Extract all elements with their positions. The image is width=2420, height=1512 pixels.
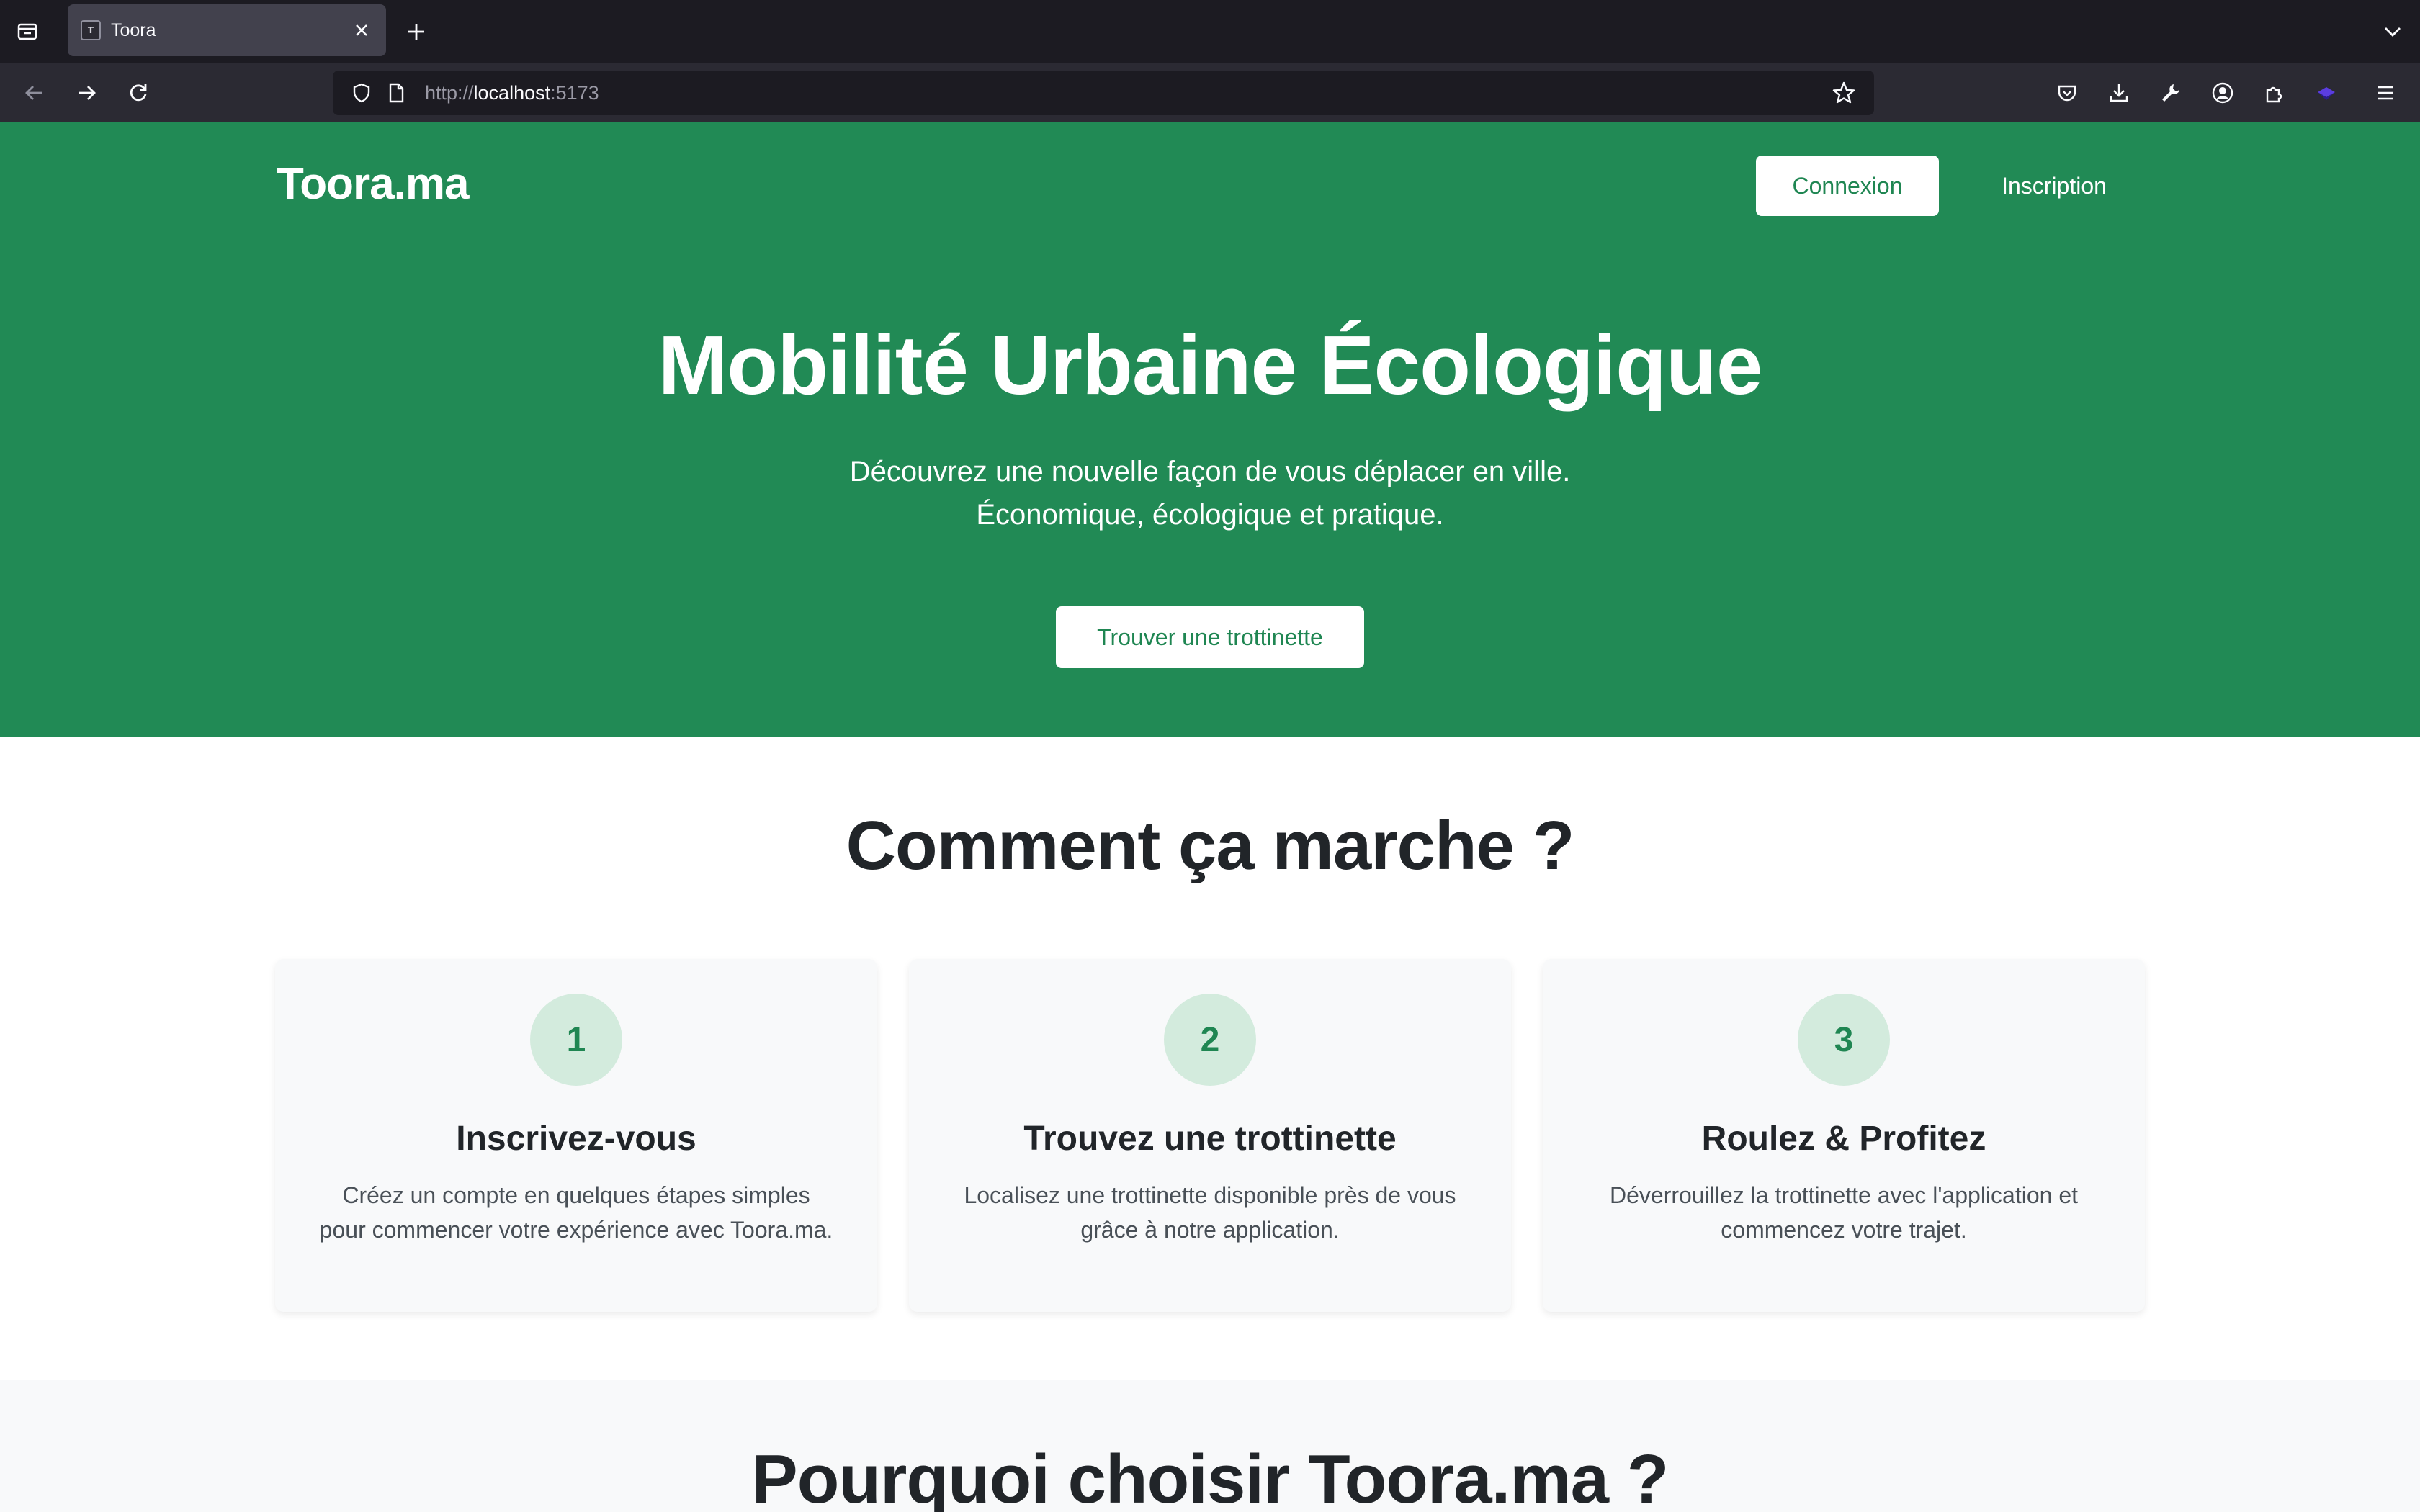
hero-subtitle-line-1: Découvrez une nouvelle façon de vous dép… (849, 456, 1571, 487)
url-host: localhost (473, 81, 551, 104)
step-number-badge: 3 (1798, 994, 1890, 1086)
url-port: :5173 (550, 81, 599, 104)
new-tab-icon[interactable] (400, 16, 432, 48)
close-tab-icon[interactable] (349, 17, 375, 43)
find-scooter-button[interactable]: Trouver une trottinette (1056, 606, 1364, 668)
login-button[interactable]: Connexion (1756, 156, 1939, 216)
how-it-works-title: Comment ça marche ? (846, 807, 1575, 884)
step-description-line-1: Localisez une trottinette disponible prè… (964, 1182, 1456, 1208)
step-card: 2 Trouvez une trottinette Localisez une … (909, 959, 1511, 1312)
page-viewport: Toora.ma Connexion Inscription Mobilité … (0, 122, 2420, 1512)
step-description: Déverrouillez la trottinette avec l'appl… (1572, 1178, 2116, 1247)
firefox-view-icon[interactable] (12, 16, 43, 48)
hero-title: Mobilité Urbaine Écologique (658, 318, 1763, 412)
bookmark-star-icon[interactable] (1828, 77, 1860, 109)
browser-nav-bar: http://localhost:5173 (0, 63, 2420, 122)
browser-tab[interactable]: T Toora (68, 4, 386, 56)
menu-hamburger-icon[interactable] (2368, 76, 2403, 110)
tab-title: Toora (111, 19, 156, 40)
account-icon[interactable] (2205, 76, 2240, 110)
step-title: Inscrivez-vous (456, 1120, 696, 1158)
tracking-shield-icon[interactable] (347, 78, 376, 107)
step-description-line-2: grâce à notre application. (1080, 1217, 1340, 1243)
extensions-icon[interactable] (2257, 76, 2292, 110)
pocket-icon[interactable] (2050, 76, 2084, 110)
step-description-line-1: Déverrouillez la trottinette avec l'appl… (1610, 1182, 2078, 1208)
step-number-badge: 1 (530, 994, 622, 1086)
step-card: 1 Inscrivez-vous Créez un compte en quel… (275, 959, 877, 1312)
hero-section: Toora.ma Connexion Inscription Mobilité … (0, 122, 2420, 737)
wrench-icon[interactable] (2154, 76, 2188, 110)
back-arrow-icon[interactable] (17, 76, 52, 110)
signup-link[interactable]: Inscription (1973, 156, 2135, 216)
why-choose-title: Pourquoi choisir Toora.ma ? (751, 1441, 1670, 1512)
step-description: Localisez une trottinette disponible prè… (938, 1178, 1482, 1247)
reload-icon[interactable] (121, 76, 156, 110)
step-title: Roulez & Profitez (1701, 1120, 1986, 1158)
hero-subtitle-line-2: Économique, écologique et pratique. (976, 499, 1444, 531)
url-scheme: http:// (425, 81, 474, 104)
step-description-line-1: Créez un compte en quelques étapes simpl… (342, 1182, 810, 1208)
list-tabs-chevron-icon[interactable] (2377, 16, 2408, 48)
extension-diamond-icon[interactable] (2309, 76, 2344, 110)
step-number-badge: 2 (1164, 994, 1256, 1086)
page-info-icon[interactable] (382, 78, 411, 107)
tab-favicon: T (81, 20, 101, 40)
forward-arrow-icon[interactable] (69, 76, 104, 110)
site-logo[interactable]: Toora.ma (277, 158, 469, 210)
url-text: http://localhost:5173 (425, 82, 1828, 104)
step-description: Créez un compte en quelques étapes simpl… (304, 1178, 848, 1247)
step-description-line-2: commencez votre trajet. (1721, 1217, 1967, 1243)
downloads-icon[interactable] (2102, 76, 2136, 110)
step-title: Trouvez une trottinette (1023, 1120, 1397, 1158)
browser-tab-bar: T Toora (0, 0, 2420, 63)
step-description-line-2: pour commencer votre expérience avec Too… (319, 1217, 833, 1243)
step-card: 3 Roulez & Profitez Déverrouillez la tro… (1543, 959, 2145, 1312)
url-bar[interactable]: http://localhost:5173 (333, 71, 1874, 115)
hero-subtitle: Découvrez une nouvelle façon de vous dép… (0, 450, 2420, 536)
